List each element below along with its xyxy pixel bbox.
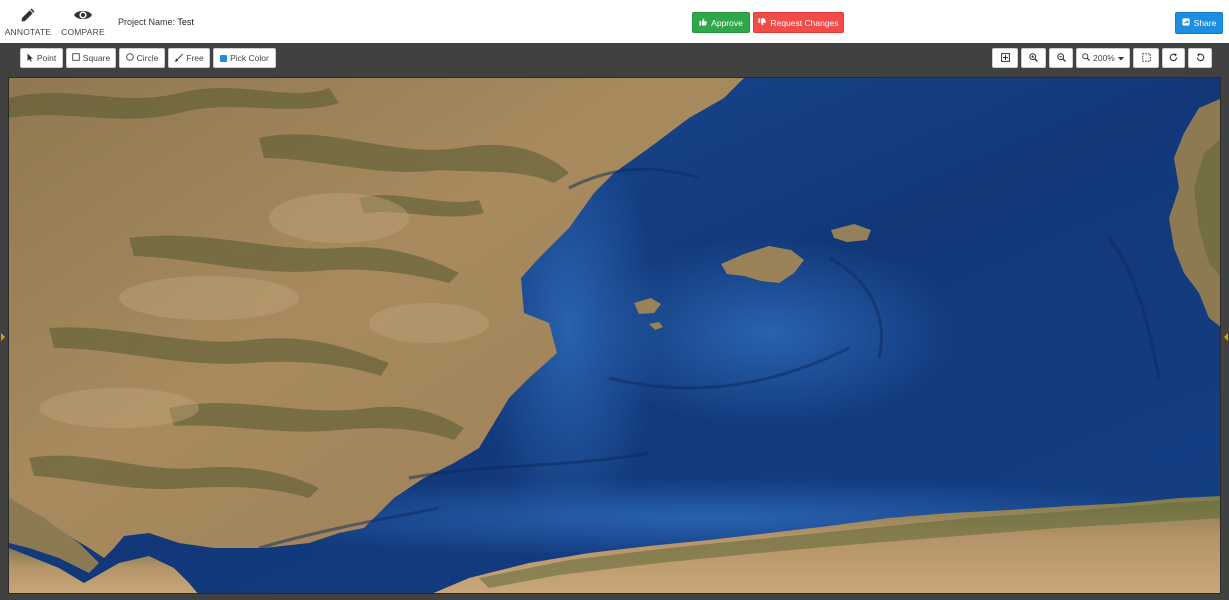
compare-mode-button[interactable]: COMPARE bbox=[58, 6, 108, 37]
request-changes-label: Request Changes bbox=[770, 17, 839, 28]
share-button[interactable]: Share bbox=[1175, 12, 1223, 34]
caret-down-icon bbox=[1117, 53, 1124, 63]
share-label: Share bbox=[1193, 18, 1217, 28]
thumbs-up-icon bbox=[699, 18, 708, 28]
right-edge-handle[interactable] bbox=[1224, 333, 1228, 341]
circle-tool-button[interactable]: Circle bbox=[119, 48, 165, 68]
rotate-clockwise-icon bbox=[1169, 52, 1178, 64]
point-tool-label: Point bbox=[36, 53, 57, 63]
request-changes-button[interactable]: Request Changes bbox=[753, 12, 844, 33]
circle-icon bbox=[125, 53, 134, 63]
pick-color-label: Pick Color bbox=[230, 53, 269, 63]
eye-icon bbox=[72, 6, 94, 24]
square-icon bbox=[72, 53, 80, 63]
annotate-label: ANNOTATE bbox=[4, 27, 52, 37]
square-tool-button[interactable]: Square bbox=[66, 48, 116, 68]
zoom-out-button[interactable] bbox=[1049, 48, 1073, 68]
rotate-clockwise-button[interactable] bbox=[1162, 48, 1185, 68]
brush-icon bbox=[174, 53, 184, 64]
pick-color-button[interactable]: Pick Color bbox=[213, 48, 276, 68]
magnifier-icon bbox=[1082, 53, 1091, 63]
top-header: ANNOTATE COMPARE Project Name: Test Appr… bbox=[0, 0, 1229, 43]
left-edge-handle[interactable] bbox=[1, 333, 5, 341]
zoom-level-value: 200% bbox=[1093, 53, 1115, 63]
circle-tool-label: Circle bbox=[136, 53, 159, 63]
dashed-selection-icon bbox=[1141, 52, 1151, 64]
project-name-value: Test bbox=[177, 17, 194, 27]
project-name-label: Project Name: bbox=[118, 17, 176, 27]
fit-to-screen-button[interactable] bbox=[992, 48, 1018, 68]
zoom-level-dropdown[interactable]: 200% bbox=[1076, 48, 1130, 68]
project-name: Project Name: Test bbox=[118, 17, 194, 27]
annotate-mode-button[interactable]: ANNOTATE bbox=[3, 6, 53, 37]
approve-label: Approve bbox=[711, 17, 743, 28]
square-tool-label: Square bbox=[82, 53, 111, 63]
free-tool-label: Free bbox=[186, 53, 204, 63]
zoom-in-icon bbox=[1029, 52, 1038, 64]
cursor-arrow-icon bbox=[27, 53, 34, 64]
compare-label: COMPARE bbox=[61, 27, 105, 37]
zoom-out-icon bbox=[1056, 52, 1066, 64]
satellite-image[interactable] bbox=[8, 77, 1221, 594]
color-swatch-icon bbox=[220, 54, 228, 62]
share-icon bbox=[1182, 18, 1190, 28]
annotation-toolbar: Point Square Circle Free Pick Color 200% bbox=[0, 43, 1229, 72]
fit-to-screen-icon bbox=[1000, 52, 1010, 64]
approve-button[interactable]: Approve bbox=[692, 12, 750, 33]
thumbs-down-icon bbox=[758, 17, 767, 28]
free-draw-tool-button[interactable]: Free bbox=[168, 48, 210, 68]
pencil-icon bbox=[17, 6, 39, 24]
select-area-button[interactable] bbox=[1133, 48, 1159, 68]
rotate-counterclockwise-icon bbox=[1196, 52, 1205, 64]
rotate-counterclockwise-button[interactable] bbox=[1188, 48, 1212, 68]
zoom-in-button[interactable] bbox=[1021, 48, 1046, 68]
point-tool-button[interactable]: Point bbox=[20, 48, 63, 68]
image-canvas-frame bbox=[0, 72, 1229, 600]
